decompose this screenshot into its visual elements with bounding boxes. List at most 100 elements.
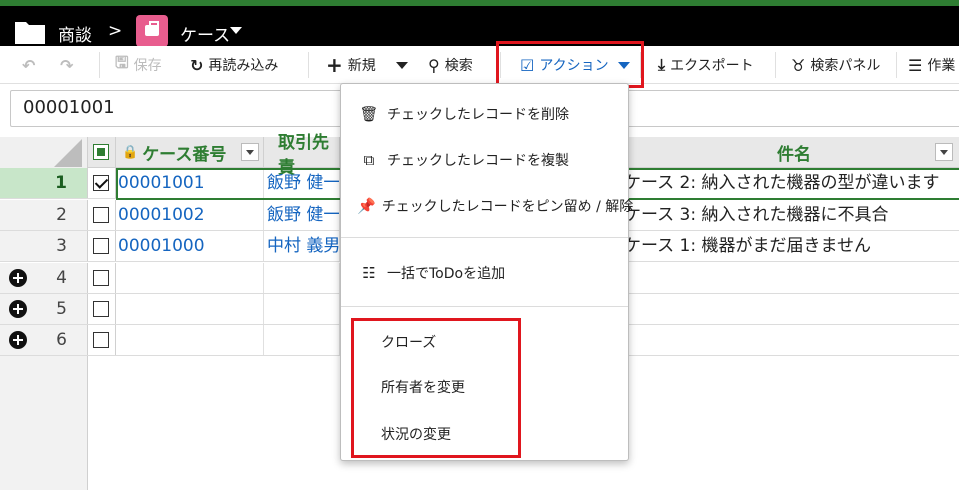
breadcrumb-separator: > [108, 21, 123, 41]
menu-item-label: チェックしたレコードを複製 [387, 153, 569, 169]
lock-icon: 🔒 [122, 145, 139, 160]
row-checkbox[interactable] [93, 175, 109, 191]
row-checkbox-cell [88, 263, 116, 293]
account-cell[interactable] [264, 294, 340, 324]
work-label: 作業 [927, 58, 956, 74]
new-button[interactable]: + 新規 [326, 46, 376, 84]
row-checkbox-cell [88, 168, 116, 198]
save-button[interactable]: 🖫 保存 [115, 46, 162, 84]
checklist-icon: ☷ [362, 264, 376, 282]
binoculars-icon: ♉ [791, 55, 806, 75]
header-bar: 商談 > ケース [0, 6, 959, 47]
case-number-link[interactable]: 00001002 [116, 200, 264, 230]
subject-cell[interactable]: ケース 2: 納入された機器の型が違います [622, 168, 959, 198]
folder-icon[interactable] [14, 19, 46, 45]
menu-item-label: 所有者を変更 [381, 380, 465, 396]
column-header-subject[interactable]: 件名 [629, 137, 959, 168]
account-link[interactable]: 中村 義男 [264, 231, 340, 261]
save-label: 保存 [133, 58, 162, 74]
column-header-case-number[interactable]: 🔒 ケース番号 [116, 137, 264, 168]
account-cell[interactable] [264, 325, 340, 355]
case-number-cell[interactable] [116, 294, 264, 324]
add-row-icon[interactable] [9, 269, 27, 287]
checkbox-icon: ☑ [520, 55, 535, 75]
new-dropdown-button[interactable] [396, 46, 408, 84]
row-checkbox-cell [88, 294, 116, 324]
trash-icon: 🗑 [359, 105, 379, 123]
menu-item-label: チェックしたレコードを削除 [387, 107, 569, 123]
action-menu-button[interactable]: ☑ アクション [520, 46, 630, 84]
row-number: 2 [0, 200, 88, 230]
toolbar-divider [99, 52, 100, 78]
menu-item-change-status[interactable]: 状況の変更 [341, 416, 628, 452]
breadcrumb-case[interactable]: ケース [180, 21, 230, 46]
redo-icon: ↷ [60, 55, 74, 75]
download-icon: ⤓ [658, 55, 666, 74]
column-header-label: 件名 [777, 145, 811, 165]
column-filter-dropdown[interactable] [935, 143, 953, 161]
search-icon: ⚲ [428, 55, 440, 75]
menu-item-pin-checked[interactable]: 📌 チェックしたレコードをピン留め / 解除 [341, 188, 633, 224]
row-checkbox[interactable] [93, 207, 109, 223]
search-button[interactable]: ⚲ 検索 [428, 46, 473, 84]
search-panel-button[interactable]: ♉ 検索パネル [791, 46, 880, 84]
redo-button[interactable]: ↷ [60, 46, 73, 84]
row-checkbox[interactable] [93, 332, 109, 348]
toolbar-divider [308, 52, 309, 78]
row-checkbox[interactable] [93, 270, 109, 286]
search-panel-label: 検索パネル [810, 58, 881, 74]
pin-icon: 📌 [357, 197, 376, 215]
action-dropdown-menu: 🗑 チェックしたレコードを削除 ⧉ チェックしたレコードを複製 📌 チェックした… [340, 83, 633, 461]
menu-item-bulk-todo[interactable]: ☷ 一括でToDoを追加 [341, 255, 628, 291]
row-checkbox[interactable] [93, 238, 109, 254]
toolbar-divider [640, 52, 641, 78]
account-link[interactable]: 飯野 健一 [264, 200, 340, 230]
case-number-cell[interactable] [116, 263, 264, 293]
row-number-header [0, 137, 88, 168]
menu-item-label: 一括でToDoを追加 [387, 266, 506, 282]
menu-item-delete-checked[interactable]: 🗑 チェックしたレコードを削除 [341, 96, 628, 132]
chevron-down-icon [396, 61, 408, 69]
account-link[interactable]: 飯野 健一 [264, 168, 340, 198]
export-button[interactable]: ⤓ エクスポート [658, 46, 754, 84]
case-number-link[interactable]: 00001000 [116, 231, 264, 261]
row-number-gutter [0, 356, 88, 490]
work-button[interactable]: ☰ 作業 [908, 46, 955, 84]
column-filter-dropdown[interactable] [241, 143, 259, 161]
menu-item-close[interactable]: クローズ [341, 324, 628, 360]
select-all-corner[interactable] [54, 139, 82, 167]
row-checkbox-cell [88, 200, 116, 230]
column-header-account[interactable]: 取引先責 [264, 133, 340, 178]
toolbar-divider [896, 52, 897, 78]
breadcrumb-opportunity[interactable]: 商談 [58, 21, 92, 46]
row-checkbox-cell [88, 231, 116, 261]
reload-button[interactable]: ↻ 再読み込み [190, 46, 278, 84]
column-header-label: ケース番号 [142, 145, 227, 165]
subject-cell[interactable]: ケース 3: 納入された機器に不具合 [622, 200, 959, 230]
row-number: 3 [0, 231, 88, 261]
subject-cell[interactable]: ケース 1: 機器がまだ届きません [622, 231, 959, 261]
row-number: 1 [0, 168, 88, 198]
chevron-down-icon[interactable] [230, 20, 242, 40]
add-row-icon[interactable] [9, 331, 27, 349]
add-row-icon[interactable] [9, 300, 27, 318]
menu-item-duplicate-checked[interactable]: ⧉ チェックしたレコードを複製 [341, 142, 628, 178]
list-icon: ☰ [908, 55, 923, 75]
save-icon: 🖫 [115, 52, 129, 72]
copy-icon: ⧉ [363, 151, 375, 169]
case-number-link[interactable]: 00001001 [116, 168, 264, 198]
export-label: エクスポート [670, 58, 754, 74]
account-cell[interactable] [264, 263, 340, 293]
header-checkbox-cell [88, 137, 116, 168]
undo-button[interactable]: ↶ [22, 46, 35, 84]
menu-divider [341, 237, 628, 238]
menu-item-change-owner[interactable]: 所有者を変更 [341, 369, 628, 405]
row-checkbox[interactable] [93, 301, 109, 317]
toolbar-divider [500, 52, 501, 78]
case-briefcase-icon [136, 15, 168, 47]
menu-item-label: チェックしたレコードをピン留め / 解除 [381, 199, 634, 215]
app-window: 商談 > ケース ↶ ↷ 🖫 保存 ↻ 再読み込み + 新規 ⚲ 検索 ☑ アク… [0, 0, 959, 490]
row-checkbox-cell [88, 325, 116, 355]
case-number-cell[interactable] [116, 325, 264, 355]
select-all-checkbox[interactable] [93, 144, 109, 160]
